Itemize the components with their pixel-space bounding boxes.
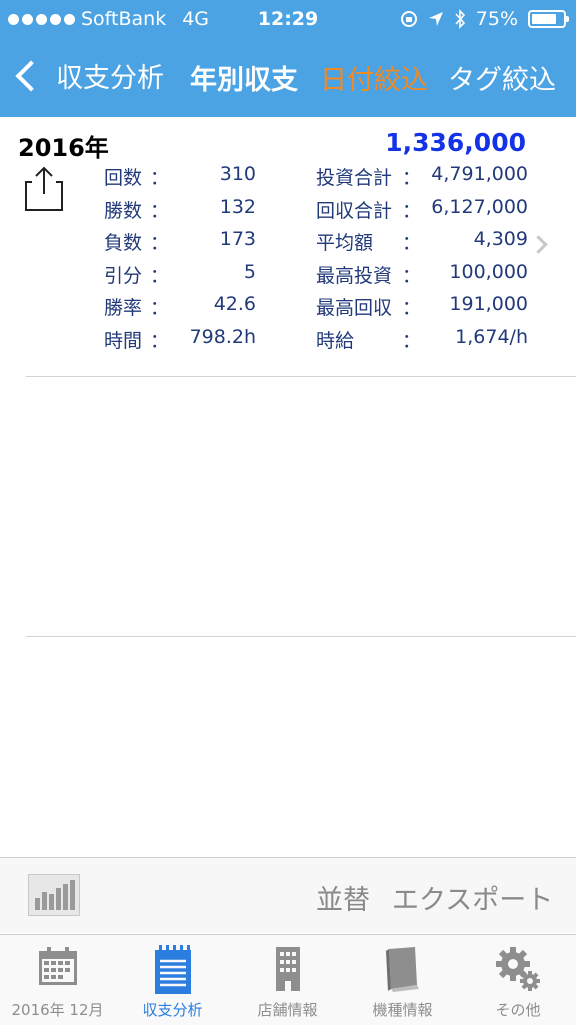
stat-label: 投資合計 bbox=[316, 167, 393, 189]
back-button-label: 収支分析 bbox=[56, 63, 164, 94]
stat-value: 100,000 bbox=[449, 260, 528, 283]
back-button[interactable]: 収支分析 bbox=[10, 56, 164, 95]
stat-label: 勝率 bbox=[104, 297, 143, 319]
stat-colon: ： bbox=[402, 199, 422, 222]
battery-percent: 75% bbox=[475, 8, 518, 30]
stat-label: 平均額 bbox=[316, 232, 374, 254]
tab-label: 機種情報 bbox=[372, 1001, 433, 1019]
navigation-bar: 収支分析 年別収支 日付絞込 タグ絞込 bbox=[0, 44, 576, 114]
stat-row: 平均額 ： 4,309 bbox=[316, 228, 528, 261]
stat-label: 負数 bbox=[104, 232, 143, 254]
tab-machines[interactable]: 機種情報 bbox=[345, 935, 460, 1025]
row-divider bbox=[26, 376, 576, 377]
tab-bar: 2016年 12月 収支分析 店舗情報 機種情報 その他 bbox=[0, 934, 576, 1025]
stat-label: 時給 bbox=[316, 329, 355, 352]
stat-colon: ： bbox=[150, 199, 170, 222]
chart-button[interactable] bbox=[28, 874, 80, 916]
calendar-icon bbox=[38, 947, 77, 985]
stat-colon: ： bbox=[150, 167, 170, 189]
stat-value: 6,127,000 bbox=[431, 195, 528, 218]
stat-value: 4,791,000 bbox=[431, 163, 528, 185]
tab-other[interactable]: その他 bbox=[460, 935, 576, 1025]
total-balance: 1,336,000 bbox=[385, 128, 526, 157]
tab-calendar[interactable]: 2016年 12月 bbox=[0, 935, 115, 1025]
tab-stores[interactable]: 店舗情報 bbox=[230, 935, 345, 1025]
bluetooth-icon bbox=[455, 9, 465, 29]
stat-label: 回収合計 bbox=[316, 199, 393, 222]
stats-left-column: 回数 ： 310 勝数 ： 132 負数 ： 173 引分 ： 5 勝率 ： 42.6 時間 ： 798.2h bbox=[104, 163, 256, 358]
stat-value: 4,309 bbox=[473, 228, 528, 250]
stat-colon: ： bbox=[150, 297, 170, 319]
stat-row: 時給 ： 1,674/h bbox=[316, 326, 528, 359]
chevron-left-icon bbox=[15, 59, 47, 92]
sort-button[interactable]: 並替 bbox=[316, 878, 370, 917]
stat-value: 310 bbox=[219, 163, 256, 185]
stat-colon: ： bbox=[150, 329, 170, 352]
notepad-icon bbox=[154, 945, 191, 994]
stat-row: 回数 ： 310 bbox=[104, 163, 256, 196]
rotation-lock-icon bbox=[400, 11, 417, 27]
share-icon[interactable] bbox=[24, 164, 64, 212]
stat-value: 132 bbox=[219, 195, 256, 218]
date-filter-button[interactable]: 日付絞込 bbox=[320, 58, 428, 97]
gears-icon bbox=[496, 947, 540, 991]
stat-label: 時間 bbox=[104, 329, 143, 352]
stat-colon: ： bbox=[402, 329, 422, 352]
stat-colon: ： bbox=[402, 232, 422, 254]
tab-label: 収支分析 bbox=[142, 1001, 203, 1019]
chevron-right-icon[interactable] bbox=[529, 235, 548, 254]
stat-row: 時間 ： 798.2h bbox=[104, 326, 256, 359]
stat-colon: ： bbox=[402, 264, 422, 287]
year-label: 2016年 bbox=[18, 134, 109, 162]
stat-label: 引分 bbox=[104, 264, 143, 287]
stat-row: 最高投資 ： 100,000 bbox=[316, 261, 528, 294]
location-arrow-icon bbox=[428, 12, 443, 26]
stat-value: 1,674/h bbox=[455, 325, 528, 348]
book-icon bbox=[385, 947, 419, 992]
stats-right-column: 投資合計 ： 4,791,000 回収合計 ： 6,127,000 平均額 ： 4,309 最高投… bbox=[316, 163, 528, 358]
status-right: 75% bbox=[400, 8, 569, 30]
row-divider bbox=[26, 636, 576, 637]
tag-filter-button[interactable]: タグ絞込 bbox=[448, 58, 556, 97]
stat-label: 勝数 bbox=[104, 199, 143, 222]
building-icon bbox=[275, 947, 300, 991]
battery-icon bbox=[528, 10, 569, 28]
stat-label: 回数 bbox=[104, 167, 143, 189]
stat-value: 191,000 bbox=[449, 293, 528, 315]
stat-colon: ： bbox=[150, 264, 170, 287]
stat-value: 173 bbox=[219, 228, 256, 250]
stat-row: 勝数 ： 132 bbox=[104, 196, 256, 229]
stat-value: 798.2h bbox=[189, 325, 256, 348]
tab-label: 店舗情報 bbox=[257, 1001, 318, 1019]
page-title: 年別収支 bbox=[190, 65, 298, 96]
stat-value: 5 bbox=[243, 260, 256, 283]
stat-label: 最高回収 bbox=[316, 297, 393, 319]
status-bar: SoftBank 4G 12:29 75% bbox=[0, 0, 576, 40]
stat-row: 引分 ： 5 bbox=[104, 261, 256, 294]
tab-label: その他 bbox=[495, 1001, 541, 1019]
stat-label: 最高投資 bbox=[316, 264, 393, 287]
tab-label: 2016年 12月 bbox=[11, 1001, 104, 1019]
bottom-toolbar: 並替 エクスポート bbox=[0, 857, 576, 933]
header-bar: SoftBank 4G 12:29 75% 収支分析 年別収支 日付絞込 タグ絞… bbox=[0, 0, 576, 117]
stat-colon: ： bbox=[150, 232, 170, 254]
stat-colon: ： bbox=[402, 297, 422, 319]
stat-row: 負数 ： 173 bbox=[104, 228, 256, 261]
stat-row: 勝率 ： 42.6 bbox=[104, 293, 256, 326]
stat-row: 回収合計 ： 6,127,000 bbox=[316, 196, 528, 229]
stat-value: 42.6 bbox=[213, 293, 256, 315]
export-button[interactable]: エクスポート bbox=[392, 878, 553, 917]
stat-row: 最高回収 ： 191,000 bbox=[316, 293, 528, 326]
tab-analysis[interactable]: 収支分析 bbox=[115, 935, 230, 1025]
stat-row: 投資合計 ： 4,791,000 bbox=[316, 163, 528, 196]
stat-colon: ： bbox=[402, 167, 422, 189]
